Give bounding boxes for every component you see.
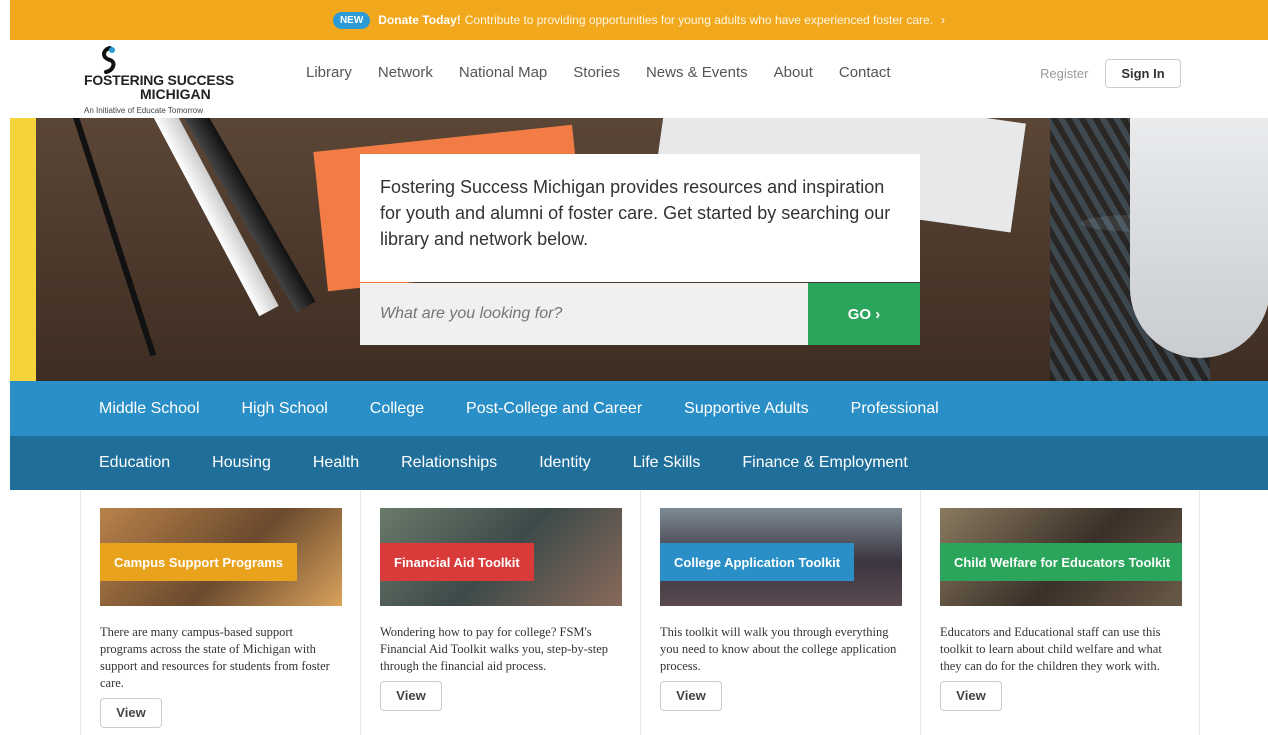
card-label: Child Welfare for Educators Toolkit	[940, 543, 1182, 581]
card-financial-aid: Financial Aid Toolkit Wondering how to p…	[360, 490, 640, 735]
card-child-welfare: Child Welfare for Educators Toolkit Educ…	[920, 490, 1200, 735]
site-header: FOSTERING SUCCESS MICHIGAN An Initiative…	[10, 40, 1268, 118]
card-label: Campus Support Programs	[100, 543, 298, 581]
featured-cards: Campus Support Programs There are many c…	[80, 490, 1202, 735]
topic-finance-employment[interactable]: Finance & Employment	[742, 454, 907, 472]
audience-middle-school[interactable]: Middle School	[99, 400, 200, 418]
hero-intro-text: Fostering Success Michigan provides reso…	[380, 177, 891, 250]
topic-relationships[interactable]: Relationships	[401, 454, 497, 472]
chevron-right-icon: ›	[941, 13, 946, 27]
nav-library[interactable]: Library	[306, 64, 352, 81]
new-badge: NEW	[332, 11, 371, 29]
nav-stories[interactable]: Stories	[573, 64, 620, 81]
topic-life-skills[interactable]: Life Skills	[633, 454, 701, 472]
topic-identity[interactable]: Identity	[539, 454, 591, 472]
site-logo[interactable]: FOSTERING SUCCESS MICHIGAN An Initiative…	[84, 46, 264, 116]
logo-tagline: An Initiative of Educate Tomorrow	[84, 106, 204, 115]
audience-supportive-adults[interactable]: Supportive Adults	[684, 400, 809, 418]
topic-health[interactable]: Health	[313, 454, 359, 472]
topic-housing[interactable]: Housing	[212, 454, 271, 472]
audience-professional[interactable]: Professional	[851, 400, 939, 418]
card-image[interactable]: Campus Support Programs	[100, 508, 342, 606]
search-bar: GO ›	[360, 283, 920, 345]
search-input[interactable]	[360, 283, 808, 345]
nav-contact[interactable]: Contact	[839, 64, 891, 81]
register-link[interactable]: Register	[1040, 66, 1088, 81]
donate-strong: Donate Today!	[378, 13, 461, 27]
hero-intro-card: Fostering Success Michigan provides reso…	[360, 154, 920, 282]
card-description: Educators and Educational staff can use …	[940, 625, 1162, 673]
hero-pen-image	[70, 118, 157, 357]
card-college-application: College Application Toolkit This toolkit…	[640, 490, 920, 735]
card-description: There are many campus-based support prog…	[100, 625, 330, 690]
card-description: Wondering how to pay for college? FSM's …	[380, 625, 609, 673]
search-go-button[interactable]: GO ›	[808, 283, 920, 345]
nav-network[interactable]: Network	[378, 64, 433, 81]
audience-nav: Middle School High School College Post-C…	[10, 381, 1268, 436]
card-label: College Application Toolkit	[660, 543, 855, 581]
hero-mouse-image	[1130, 118, 1268, 358]
topic-education[interactable]: Education	[99, 454, 170, 472]
page: NEW Donate Today! Contribute to providin…	[10, 0, 1268, 735]
card-campus-support: Campus Support Programs There are many c…	[80, 490, 360, 735]
donate-text: Contribute to providing opportunities fo…	[464, 13, 934, 27]
donate-banner[interactable]: NEW Donate Today! Contribute to providin…	[10, 0, 1268, 40]
hero-pencil-image	[10, 118, 36, 381]
card-image[interactable]: College Application Toolkit	[660, 508, 902, 606]
card-description: This toolkit will walk you through every…	[660, 625, 897, 673]
card-image[interactable]: Child Welfare for Educators Toolkit	[940, 508, 1182, 606]
audience-college[interactable]: College	[370, 400, 424, 418]
view-button[interactable]: View	[100, 697, 162, 728]
logo-line2: MICHIGAN	[140, 86, 211, 102]
view-button[interactable]: View	[380, 680, 442, 711]
nav-about[interactable]: About	[774, 64, 813, 81]
audience-post-college-career[interactable]: Post-College and Career	[466, 400, 642, 418]
view-button[interactable]: View	[660, 680, 722, 711]
card-image[interactable]: Financial Aid Toolkit	[380, 508, 622, 606]
sign-in-button[interactable]: Sign In	[1105, 59, 1181, 88]
view-button[interactable]: View	[940, 680, 1002, 711]
logo-swirl-icon	[102, 46, 116, 74]
card-label: Financial Aid Toolkit	[380, 543, 534, 581]
main-nav: Library Network National Map Stories New…	[306, 64, 917, 81]
topic-nav: Education Housing Health Relationships I…	[10, 436, 1268, 490]
audience-high-school[interactable]: High School	[242, 400, 328, 418]
nav-national-map[interactable]: National Map	[459, 64, 547, 81]
hero-section: Fostering Success Michigan provides reso…	[10, 118, 1268, 381]
nav-news-events[interactable]: News & Events	[646, 64, 748, 81]
